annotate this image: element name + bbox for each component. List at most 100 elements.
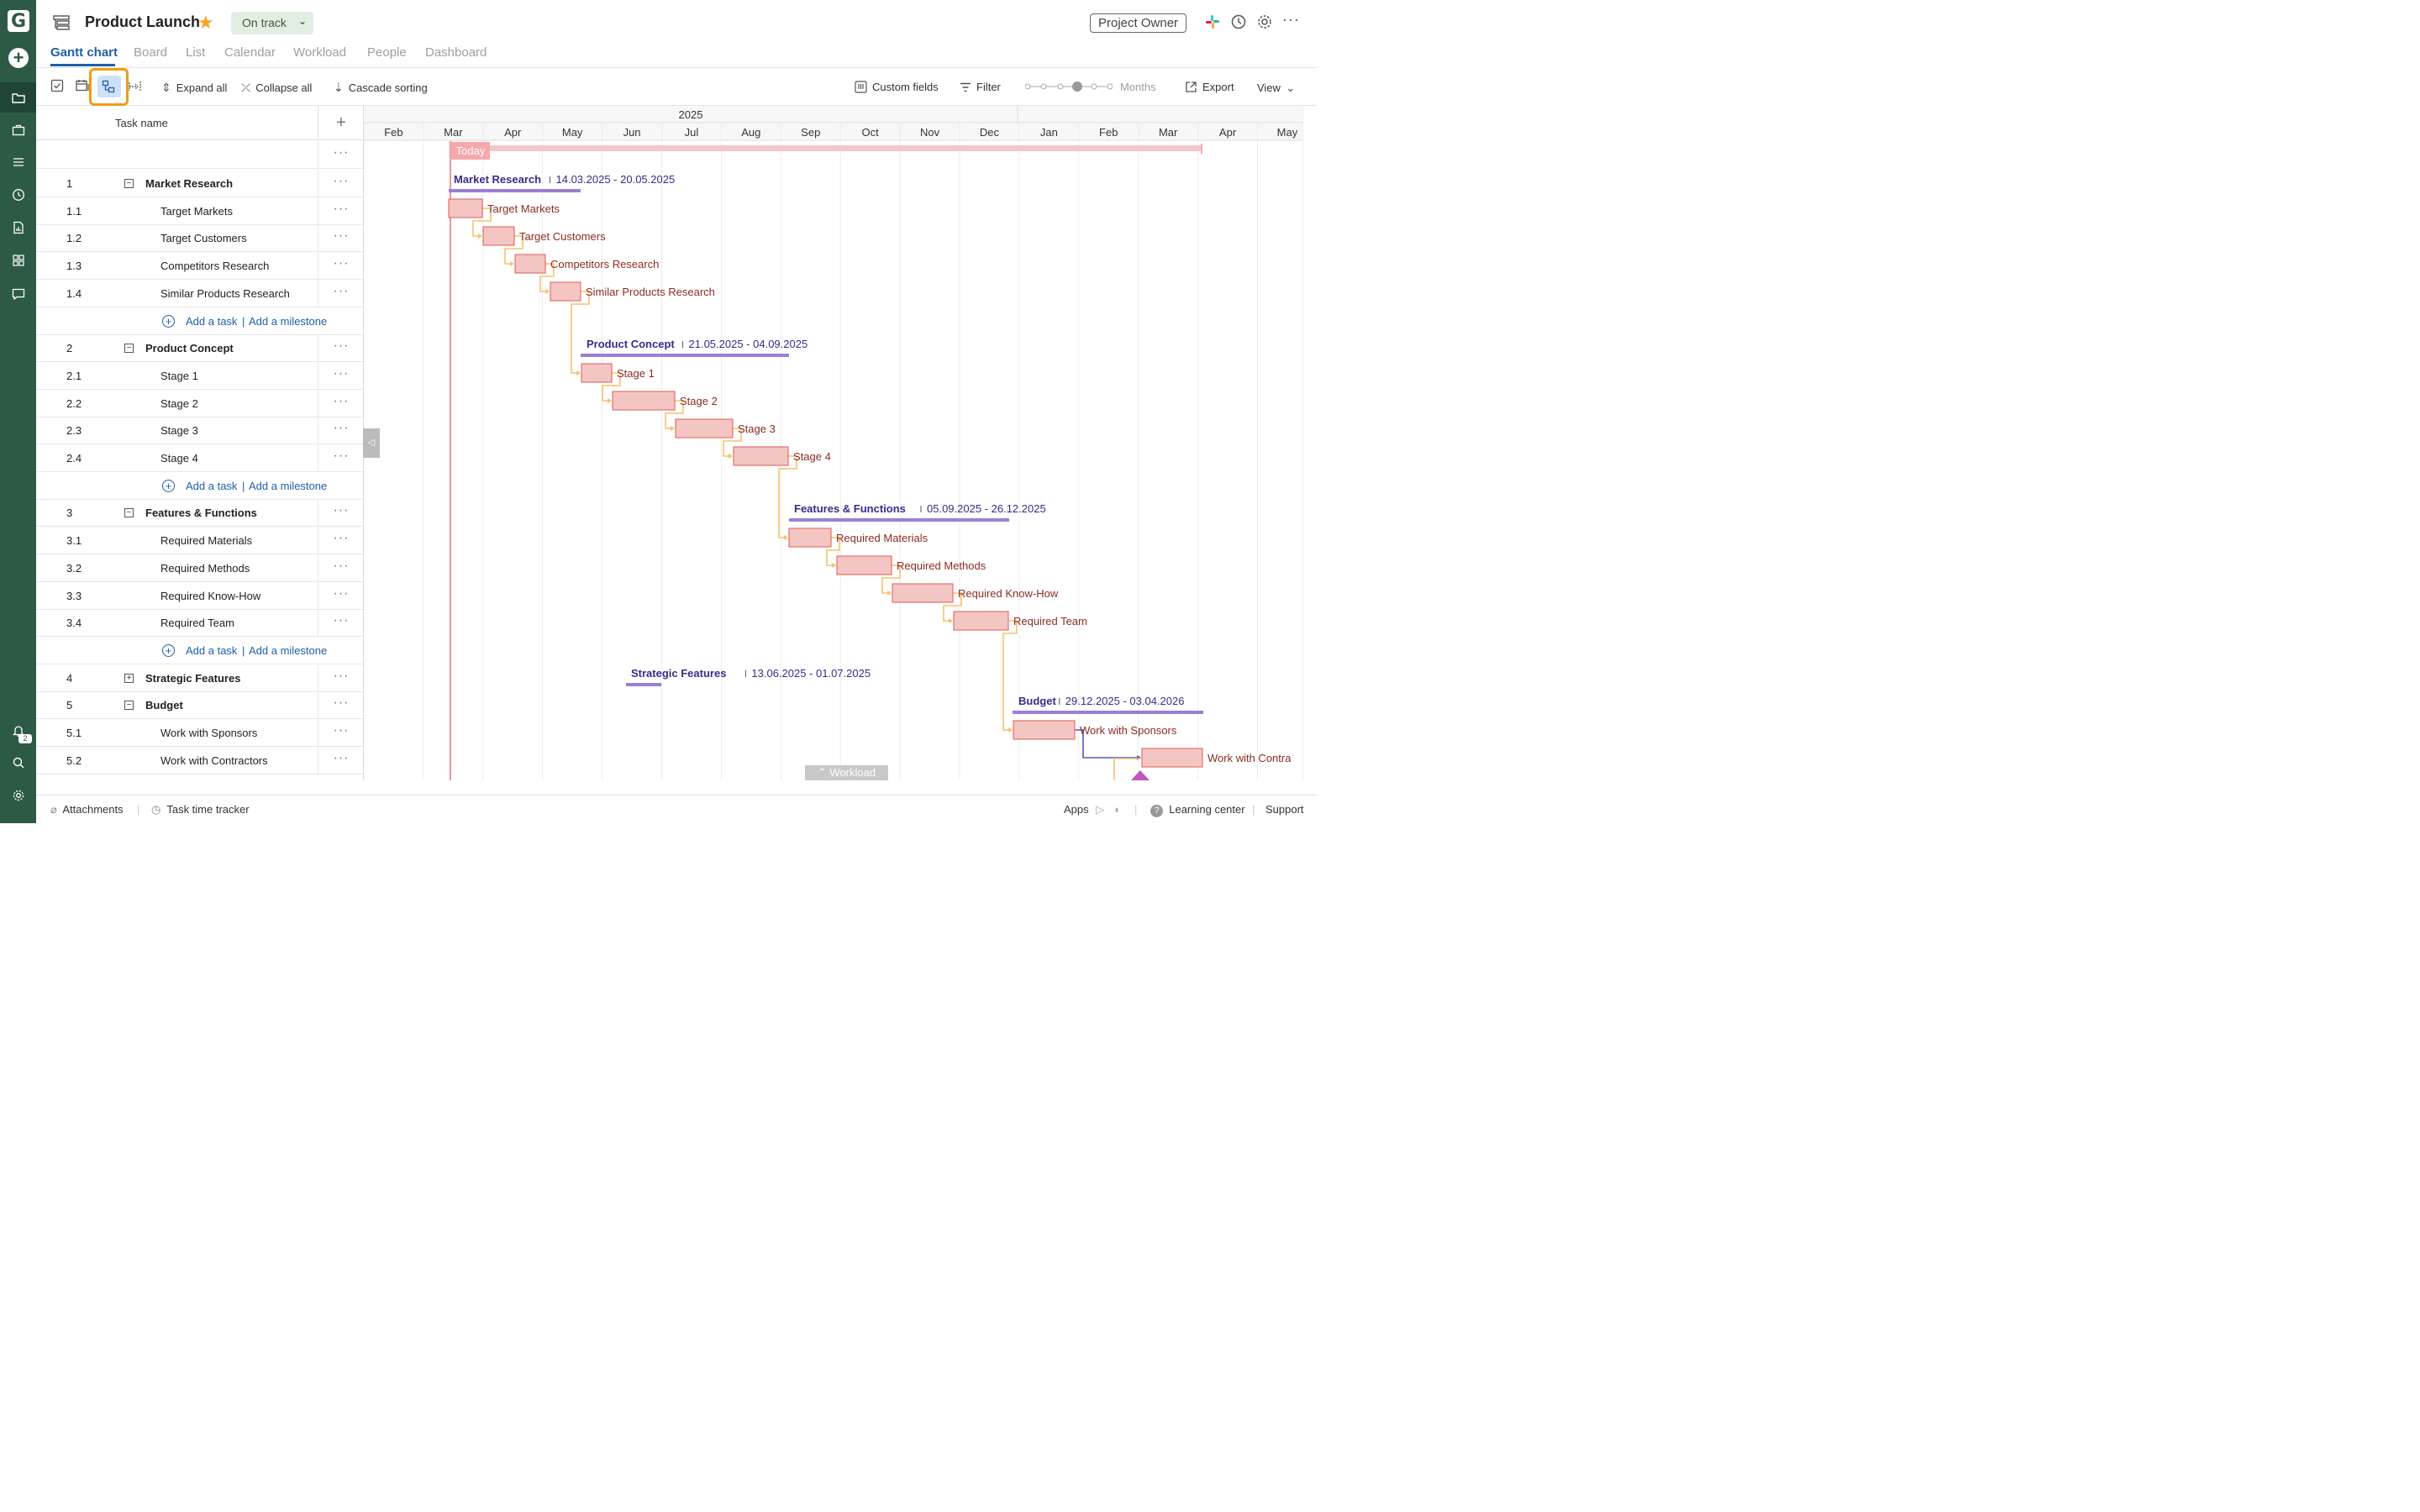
add-circle-icon[interactable]: + [162,479,175,492]
task-name[interactable]: Target Markets [160,205,233,218]
row-menu-icon[interactable]: ··· [318,609,363,638]
google-play-icon[interactable]: ▷ [1096,803,1104,816]
collapse-group-icon[interactable]: − [124,701,134,711]
task-name[interactable]: Market Research [145,177,233,190]
group-row[interactable]: 1 − Market Research ··· [36,170,363,197]
add-task-row[interactable]: + Add a task | Add a milestone [36,637,363,664]
collapse-grid-handle[interactable]: ◁ [363,428,380,458]
task-bar[interactable] [953,611,1009,631]
task-bar[interactable] [482,226,515,246]
task-name[interactable]: Stage 2 [160,397,198,410]
task-name-column-header[interactable]: Task name [115,117,168,129]
task-bar[interactable] [733,446,789,466]
project-status-dropdown[interactable]: On track ⌄ [231,12,313,34]
task-row[interactable]: 2.3 Stage 3 ··· [36,417,363,445]
group-summary-bar[interactable] [626,683,661,686]
task-name[interactable]: Features & Functions [145,507,257,519]
reports-icon[interactable] [0,213,36,243]
task-name[interactable]: Required Materials [160,534,252,547]
select-tasks-checkbox-icon[interactable] [50,79,64,92]
expand-all-button[interactable]: ⇕ Expand all [161,81,227,95]
task-name[interactable]: Work with Sponsors [160,727,257,739]
task-row[interactable]: 2.2 Stage 2 ··· [36,389,363,417]
row-menu-icon[interactable]: ··· [318,664,363,692]
custom-fields-button[interactable]: Custom fields [855,81,939,93]
collapse-group-icon[interactable]: − [124,179,134,188]
task-name[interactable]: Stage 4 [160,452,198,465]
workload-panel-toggle[interactable]: ⌃ Workload [805,765,888,780]
task-bar[interactable] [788,528,832,548]
time-tracker-button[interactable]: ◷ Task time tracker [151,803,250,816]
task-bar[interactable] [581,363,613,383]
task-row[interactable]: 2.1 Stage 1 ··· [36,361,363,390]
tab-people[interactable]: People [367,45,407,60]
critical-path-icon[interactable] [128,80,143,93]
apps-label[interactable]: Apps [1064,803,1089,816]
app-logo[interactable]: G [8,10,29,32]
task-row[interactable]: 1.2 Target Customers ··· [36,224,363,253]
row-menu-icon[interactable]: ··· [318,197,363,225]
project-owner-button[interactable]: Project Owner [1090,13,1187,33]
project-title[interactable]: Product Launch [85,13,200,31]
task-row[interactable]: 1.1 Target Markets ··· [36,197,363,225]
add-task-link[interactable]: Add a task [186,315,237,328]
row-menu-icon[interactable]: ··· [318,361,363,390]
add-milestone-link[interactable]: Add a milestone [249,315,327,328]
tab-list[interactable]: List [186,45,205,60]
add-column-button[interactable]: + [318,106,363,140]
row-menu-icon[interactable]: ··· [318,279,363,307]
task-name[interactable]: Competitors Research [160,260,269,272]
row-menu-icon[interactable]: ··· [318,141,363,169]
task-list-icon[interactable] [0,147,36,177]
time-icon[interactable] [0,180,36,210]
task-bar[interactable] [892,583,954,603]
expand-group-icon[interactable]: + [124,673,134,683]
task-name[interactable]: Required Know-How [160,590,260,602]
view-dropdown[interactable]: View ⌄ [1257,81,1296,95]
row-menu-icon[interactable]: ··· [318,746,363,774]
task-name[interactable]: Strategic Features [145,672,240,685]
task-name[interactable]: Required Methods [160,562,250,575]
activity-history-icon[interactable] [1230,13,1247,30]
apple-icon[interactable]: ◖ [1113,803,1120,816]
projects-icon[interactable] [0,82,36,113]
tab-calendar[interactable]: Calendar [224,45,276,60]
task-bar[interactable] [514,254,546,274]
create-new-button[interactable]: + [8,48,29,68]
task-row[interactable]: 3.4 Required Team ··· [36,609,363,638]
group-row[interactable]: 5 − Budget ··· [36,691,363,720]
add-milestone-link[interactable]: Add a milestone [249,644,327,657]
apps-grid-icon[interactable] [0,245,36,276]
learning-center-button[interactable]: ? Learning center [1150,803,1245,817]
more-menu-icon[interactable]: ··· [1282,11,1299,28]
filter-button[interactable]: Filter [960,81,1001,93]
project-settings-gear-icon[interactable] [1256,13,1273,30]
group-row[interactable]: 4 + Strategic Features ··· [36,664,363,692]
task-bar[interactable] [1013,720,1076,740]
task-name[interactable]: Work with Contractors [160,754,268,767]
row-menu-icon[interactable]: ··· [318,499,363,528]
add-task-row[interactable]: + Add a task | Add a milestone [36,472,363,500]
task-name[interactable]: Target Customers [160,232,247,244]
task-row[interactable]: 3.3 Required Know-How ··· [36,581,363,610]
tab-workload[interactable]: Workload [293,45,346,60]
task-bar[interactable] [448,198,483,218]
add-circle-icon[interactable]: + [162,314,175,328]
row-menu-icon[interactable]: ··· [318,581,363,610]
favorite-star-icon[interactable]: ★ [197,12,214,34]
task-bar[interactable] [836,555,892,575]
group-summary-bar[interactable] [581,354,789,357]
add-task-row[interactable]: + Add a task | Add a milestone [36,307,363,335]
row-menu-icon[interactable]: ··· [318,417,363,445]
task-bar[interactable] [612,391,676,411]
task-name[interactable]: Budget [145,699,183,711]
row-menu-icon[interactable]: ··· [318,170,363,197]
row-menu-icon[interactable]: ··· [318,719,363,747]
milestone-diamond[interactable] [1131,770,1150,780]
group-summary-bar[interactable] [1013,711,1203,714]
task-name[interactable]: Similar Products Research [160,287,290,300]
group-row[interactable]: 3 − Features & Functions ··· [36,499,363,528]
group-summary-bar[interactable] [789,518,1009,522]
settings-gear-icon[interactable] [0,780,36,811]
tab-board[interactable]: Board [134,45,167,60]
